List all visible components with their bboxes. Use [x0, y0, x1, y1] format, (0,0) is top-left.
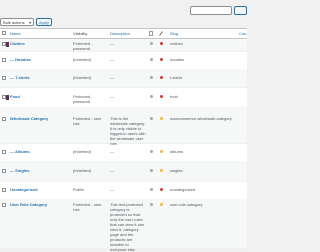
column-slug[interactable]: Slug: [170, 29, 178, 38]
category-name-link[interactable]: — Albums: [10, 149, 30, 154]
status-dot-icon: [160, 95, 163, 98]
row-checkbox[interactable]: [2, 188, 6, 192]
visibility-value: (inherited): [73, 149, 92, 154]
category-name-link[interactable]: Uncategorized: [10, 187, 38, 192]
category-name-link[interactable]: Food: [10, 94, 20, 99]
status-dot-icon: [160, 42, 163, 45]
slug-value: woocommerce-wholesale-category: [170, 116, 232, 121]
description-value: —: [110, 41, 114, 46]
description-value: —: [110, 187, 114, 192]
status-dot-icon: [160, 203, 163, 206]
status-dot-icon: [160, 150, 163, 153]
table-row: — Hoodies (inherited) — hoodies: [0, 51, 247, 70]
visibility-value: (inherited): [73, 168, 92, 173]
slug-value: albums: [170, 149, 183, 154]
description-value: This test protected category is protecte…: [110, 202, 145, 252]
column-name[interactable]: Name: [10, 29, 21, 38]
slug-value: user-role-category: [170, 202, 203, 207]
description-value: —: [110, 94, 114, 99]
row-checkbox[interactable]: [2, 150, 6, 154]
category-thumbnail: [6, 42, 9, 47]
visibility-value: Protected - user role: [73, 202, 102, 212]
row-checkbox[interactable]: [2, 117, 6, 121]
categories-screen: Bulk actions ▾ Apply Name Visibility Des…: [0, 0, 247, 252]
visibility-value: (inherited): [73, 75, 92, 80]
table-row: — T-shirts (inherited) — t-shirts: [0, 69, 247, 88]
table-row: — Albums (inherited) — albums: [0, 143, 247, 162]
visibility-value: Protected - user role: [73, 116, 102, 126]
chevron-down-icon: ▾: [28, 20, 31, 25]
document-icon: [149, 31, 153, 36]
row-checkbox[interactable]: [2, 76, 6, 80]
edit-icon: [159, 31, 163, 36]
category-name-link[interactable]: User Role Category: [10, 202, 47, 207]
category-thumbnail: [6, 95, 9, 100]
status-dot-icon: [150, 188, 153, 191]
status-dot-icon: [150, 42, 153, 45]
slug-value: food: [170, 94, 178, 99]
search-categories-input[interactable]: [190, 6, 232, 15]
status-dot-icon: [160, 58, 163, 61]
visibility-value: Protected - password: [73, 94, 93, 104]
visibility-value: (inherited): [73, 57, 92, 62]
visibility-value: Public: [73, 187, 84, 192]
status-dot-icon: [160, 76, 163, 79]
slug-value: clothes: [170, 41, 183, 46]
slug-value: uncategorized: [170, 187, 196, 192]
search-categories-button[interactable]: [234, 6, 247, 15]
table-row: Uncategorized Public — uncategorized: [0, 181, 247, 200]
status-dot-icon: [150, 76, 153, 79]
status-dot-icon: [150, 150, 153, 153]
category-name-link[interactable]: — T-shirts: [10, 75, 30, 80]
slug-value: singles: [170, 168, 183, 173]
column-count[interactable]: Cou: [239, 29, 246, 38]
column-description[interactable]: Description: [110, 29, 130, 38]
description-value: —: [110, 57, 114, 62]
bulk-actions-select[interactable]: Bulk actions ▾: [0, 18, 34, 26]
category-name-link[interactable]: — Hoodies: [10, 57, 31, 62]
description-value: —: [110, 149, 114, 154]
status-dot-icon: [160, 117, 163, 120]
slug-value: t-shirts: [170, 75, 182, 80]
row-checkbox[interactable]: [2, 203, 6, 207]
table-row: — Singles (inherited) — singles: [0, 161, 247, 182]
apply-button[interactable]: Apply: [36, 18, 52, 26]
category-name-link[interactable]: Wholesale Category: [10, 116, 48, 121]
table-row: User Role Category Protected - user role…: [0, 199, 247, 252]
table-row: Wholesale Category Protected - user role…: [0, 107, 247, 146]
status-dot-icon: [160, 169, 163, 172]
status-dot-icon: [150, 203, 153, 206]
status-dot-icon: [150, 58, 153, 61]
slug-value: hoodies: [170, 57, 185, 62]
column-visibility: Visibility: [73, 31, 88, 36]
category-name-link[interactable]: — Singles: [10, 168, 29, 173]
select-all-checkbox[interactable]: [2, 31, 6, 35]
table-header: Name Visibility Description Slug Cou: [0, 29, 247, 39]
description-value: —: [110, 168, 114, 173]
categories-table: Name Visibility Description Slug Cou Clo…: [0, 28, 247, 252]
status-dot-icon: [160, 188, 163, 191]
row-checkbox[interactable]: [2, 169, 6, 173]
bulk-actions-value: Bulk actions: [3, 20, 25, 25]
status-dot-icon: [150, 169, 153, 172]
status-dot-icon: [150, 95, 153, 98]
status-dot-icon: [150, 117, 153, 120]
description-value: —: [110, 75, 114, 80]
category-name-link[interactable]: Clothes: [10, 41, 25, 46]
table-row: Food Protected - password — food: [0, 87, 247, 108]
visibility-value: Protected - password: [73, 41, 93, 51]
row-checkbox[interactable]: [2, 58, 6, 62]
description-value: This is the wholesale category. It is on…: [110, 116, 146, 146]
